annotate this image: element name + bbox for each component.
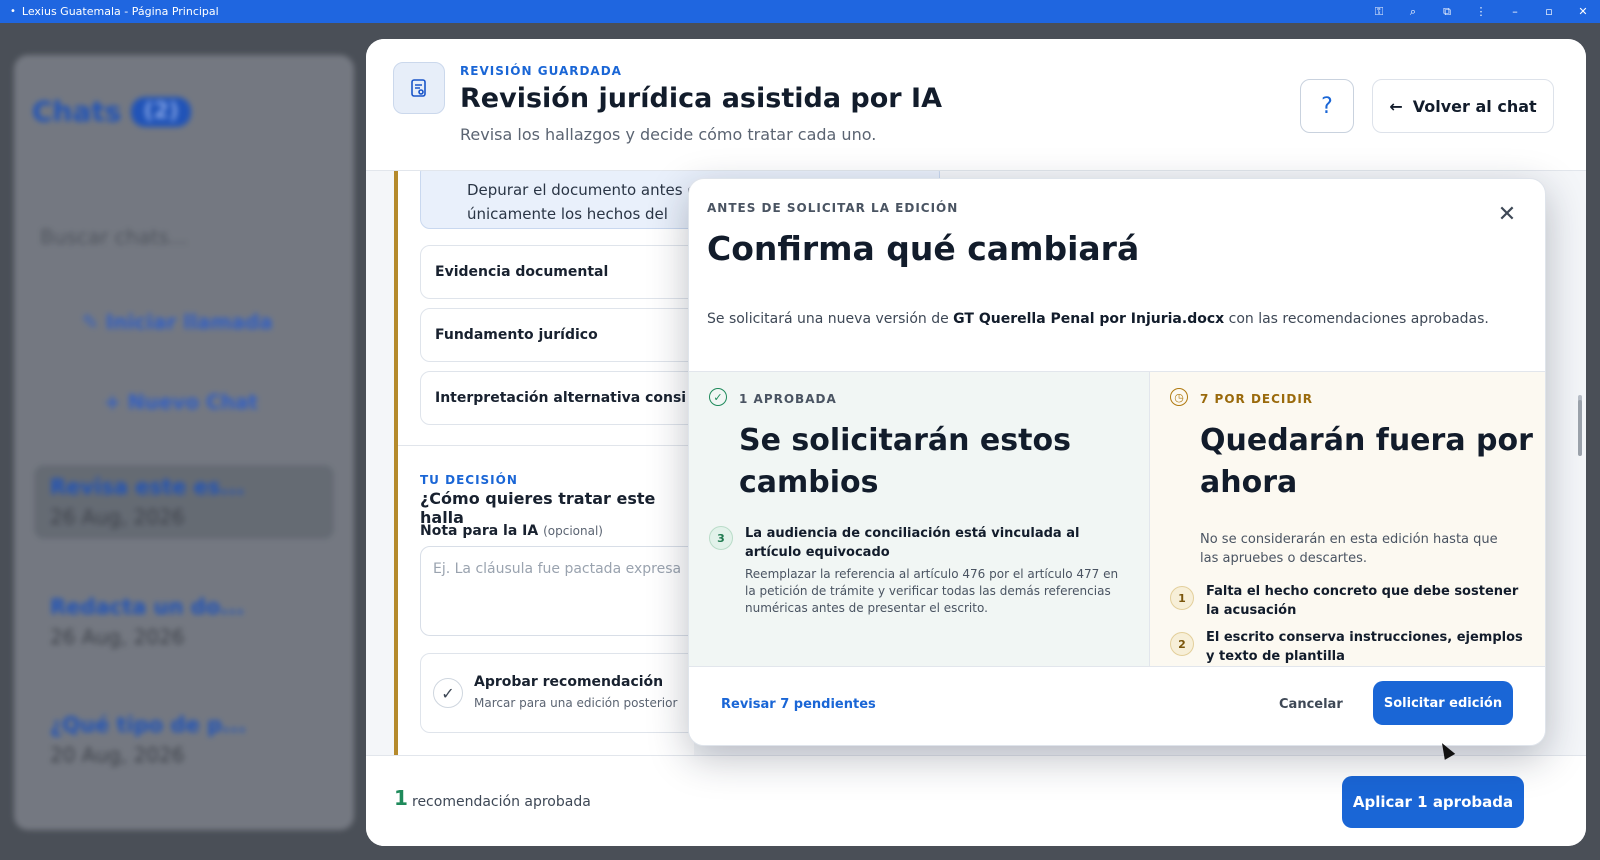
- changes-summary: ✓ 1 APROBADA Se solicitarán estos cambio…: [689, 371, 1545, 667]
- approved-title: Se solicitarán estos cambios: [739, 423, 1071, 500]
- chat-list-item[interactable]: Revisa este es... 26 Aug, 2026: [34, 465, 334, 539]
- window-controls: ⚿ ⌕ ⧉ ⋮ – ▫ ✕: [1372, 5, 1590, 19]
- recommendation-number: 1: [1170, 586, 1194, 610]
- pending-item-title: Falta el hecho concreto que debe sostene…: [1206, 584, 1519, 618]
- apply-approved-button[interactable]: Aplicar 1 aprobada: [1342, 776, 1524, 828]
- page-scrollbar[interactable]: [1578, 400, 1582, 456]
- approved-label: recomendación aprobada: [412, 794, 591, 810]
- modal-kicker: ANTES DE SOLICITAR LA EDICIÓN: [707, 201, 959, 215]
- check-circle-icon: ✓: [709, 388, 727, 406]
- back-to-chat-button[interactable]: ← Volver al chat: [1372, 79, 1554, 133]
- close-icon[interactable]: ✕: [1495, 203, 1519, 227]
- approved-count: 1: [394, 786, 408, 810]
- cancel-button[interactable]: Cancelar: [1279, 697, 1343, 712]
- request-edit-button[interactable]: Solicitar edición: [1373, 681, 1513, 725]
- page-title: Revisión jurídica asistida por IA: [460, 83, 942, 114]
- start-call-button[interactable]: ✎ Iniciar llamada: [82, 310, 273, 334]
- approved-column: ✓ 1 APROBADA Se solicitarán estos cambio…: [689, 372, 1150, 666]
- review-footer: 1 recomendación aprobada Aplicar 1 aprob…: [366, 755, 1586, 846]
- approved-item-title: La audiencia de conciliación está vincul…: [745, 526, 1080, 560]
- clock-icon: ◷: [1170, 388, 1188, 406]
- recommendation-number: 2: [1170, 632, 1194, 656]
- window-titlebar: • Lexius Guatemala - Página Principal ⚿ …: [0, 0, 1600, 23]
- chat-count-badge: (2): [131, 96, 191, 127]
- extensions-icon[interactable]: ⧉: [1440, 5, 1454, 19]
- note-label: Nota para la IA (opcional): [420, 523, 603, 539]
- minimize-icon[interactable]: –: [1508, 5, 1522, 18]
- zoom-icon[interactable]: ⌕: [1406, 5, 1420, 19]
- check-icon[interactable]: ✓: [433, 678, 463, 708]
- decision-question: ¿Cómo quieres tratar este halla: [420, 489, 656, 527]
- recommendation-number: 3: [709, 526, 733, 550]
- pending-kicker: 7 POR DECIDIR: [1200, 392, 1314, 406]
- new-chat-button[interactable]: + Nuevo Chat: [104, 390, 258, 414]
- pending-item-title: El escrito conserva instrucciones, ejemp…: [1206, 630, 1523, 664]
- chat-search-input[interactable]: Buscar chats...: [40, 225, 188, 249]
- modal-description: Se solicitará una nueva versión de GT Qu…: [707, 311, 1489, 327]
- sidebar-title: Chats (2): [32, 95, 191, 128]
- pending-description: No se considerarán en esta edición hasta…: [1200, 532, 1498, 566]
- modal-footer: Revisar 7 pendientes Cancelar Solicitar …: [689, 667, 1545, 745]
- document-filename: GT Querella Penal por Injuria.docx: [953, 311, 1225, 327]
- modal-title: Confirma qué cambiará: [707, 229, 1140, 268]
- pending-column: ◷ 7 POR DECIDIR Quedarán fuera por ahora…: [1150, 372, 1545, 666]
- maximize-icon[interactable]: ▫: [1542, 5, 1556, 18]
- chat-list-item[interactable]: Redacta un do... 26 Aug, 2026: [34, 585, 334, 659]
- review-header: REVISIÓN GUARDADA Revisión jurídica asis…: [366, 39, 1586, 171]
- key-icon[interactable]: ⚿: [1372, 5, 1386, 19]
- approved-item-body: Reemplazar la referencia al artículo 476…: [745, 567, 1119, 615]
- pending-title: Quedarán fuera por ahora: [1200, 423, 1533, 500]
- window-title: Lexius Guatemala - Página Principal: [21, 5, 219, 18]
- menu-icon[interactable]: ⋮: [1474, 5, 1488, 18]
- help-button[interactable]: ?: [1300, 79, 1354, 133]
- arrow-left-icon: ←: [1389, 96, 1403, 116]
- confirm-edit-modal: ANTES DE SOLICITAR LA EDICIÓN Confirma q…: [688, 178, 1546, 746]
- close-window-icon[interactable]: ✕: [1576, 5, 1590, 18]
- chat-list-item[interactable]: ¿Qué tipo de p... 20 Aug, 2026: [34, 703, 334, 777]
- review-pending-link[interactable]: Revisar 7 pendientes: [721, 697, 876, 712]
- decision-kicker: TU DECISIÓN: [420, 473, 518, 487]
- finding-card: Depurar el documento antes de firmarlo ú…: [394, 171, 958, 755]
- chat-sidebar: Chats (2) Buscar chats... ✎ Iniciar llam…: [14, 55, 354, 830]
- document-review-icon: [393, 62, 445, 114]
- approved-kicker: 1 APROBADA: [739, 392, 837, 406]
- page-subtitle: Revisa los hallazgos y decide cómo trata…: [460, 125, 877, 144]
- app-icon: •: [10, 6, 16, 17]
- review-kicker: REVISIÓN GUARDADA: [460, 64, 622, 78]
